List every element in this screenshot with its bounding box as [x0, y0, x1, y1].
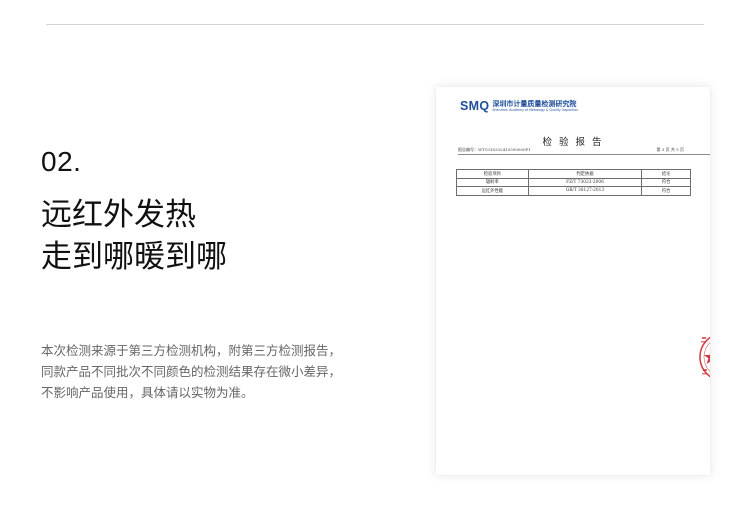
cell-conclusion: 符合: [641, 177, 691, 187]
cell-item: 辐射率: [456, 177, 529, 187]
cell-conclusion: 符合: [641, 186, 691, 196]
report-header: SMQ 深圳市计量质量检测研究院 Shenzhen Academy of Met…: [460, 99, 578, 113]
results-table: 检验项目 判定依据 结论 辐射率 FZ/T 73023-2006 符合 远红外性…: [456, 169, 691, 196]
cell-basis: GB/T 30127-2013: [527, 186, 643, 196]
meta-divider: [458, 154, 710, 155]
description-line-1: 本次检测来源于第三方检测机构，附第三方检测报告，: [41, 343, 342, 358]
smq-logo: SMQ: [460, 99, 490, 113]
inspection-report-image: SMQ 深圳市计量质量检测研究院 Shenzhen Academy of Met…: [436, 87, 710, 475]
headline: 远红外发热 走到哪暖到哪: [41, 194, 227, 278]
org-name-en: Shenzhen Academy of Metrology & Quality …: [492, 108, 579, 112]
page-info: 第 3 页 共 5 页: [656, 147, 684, 152]
top-divider: [46, 24, 704, 25]
header-conclusion: 结论: [641, 169, 691, 179]
description-line-3: 不影响产品使用，具体请以实物为准。: [41, 385, 254, 400]
org-block: 深圳市计量质量检测研究院 Shenzhen Academy of Metrolo…: [492, 100, 578, 112]
description-line-2: 同款产品不同批次不同颜色的检测结果存在微小差异，: [41, 364, 342, 379]
cell-item: 远红外性能: [456, 186, 529, 196]
table-row: 远红外性能 GB/T 30127-2013 符合: [456, 186, 691, 196]
header-basis: 判定依据: [527, 169, 643, 179]
headline-line-1: 远红外发热: [41, 197, 196, 233]
section-number: 02.: [41, 146, 82, 177]
report-number: 报告编号：WT1018332410590000F1: [458, 147, 531, 152]
red-seal-stamp: [699, 336, 710, 378]
report-meta: 报告编号：WT1018332410590000F1 第 3 页 共 5 页: [458, 147, 684, 153]
headline-line-2: 走到哪暖到哪: [41, 239, 227, 275]
cell-basis: FZ/T 73023-2006: [527, 177, 643, 187]
org-name: 深圳市计量质量检测研究院: [492, 100, 577, 108]
report-title: 检 验 报 告: [542, 137, 604, 148]
table-header-row: 检验项目 判定依据 结论: [456, 169, 691, 179]
description: 本次检测来源于第三方检测机构，附第三方检测报告， 同款产品不同批次不同颜色的检测…: [41, 340, 381, 403]
header-item: 检验项目: [456, 169, 529, 179]
table-row: 辐射率 FZ/T 73023-2006 符合: [456, 177, 691, 187]
